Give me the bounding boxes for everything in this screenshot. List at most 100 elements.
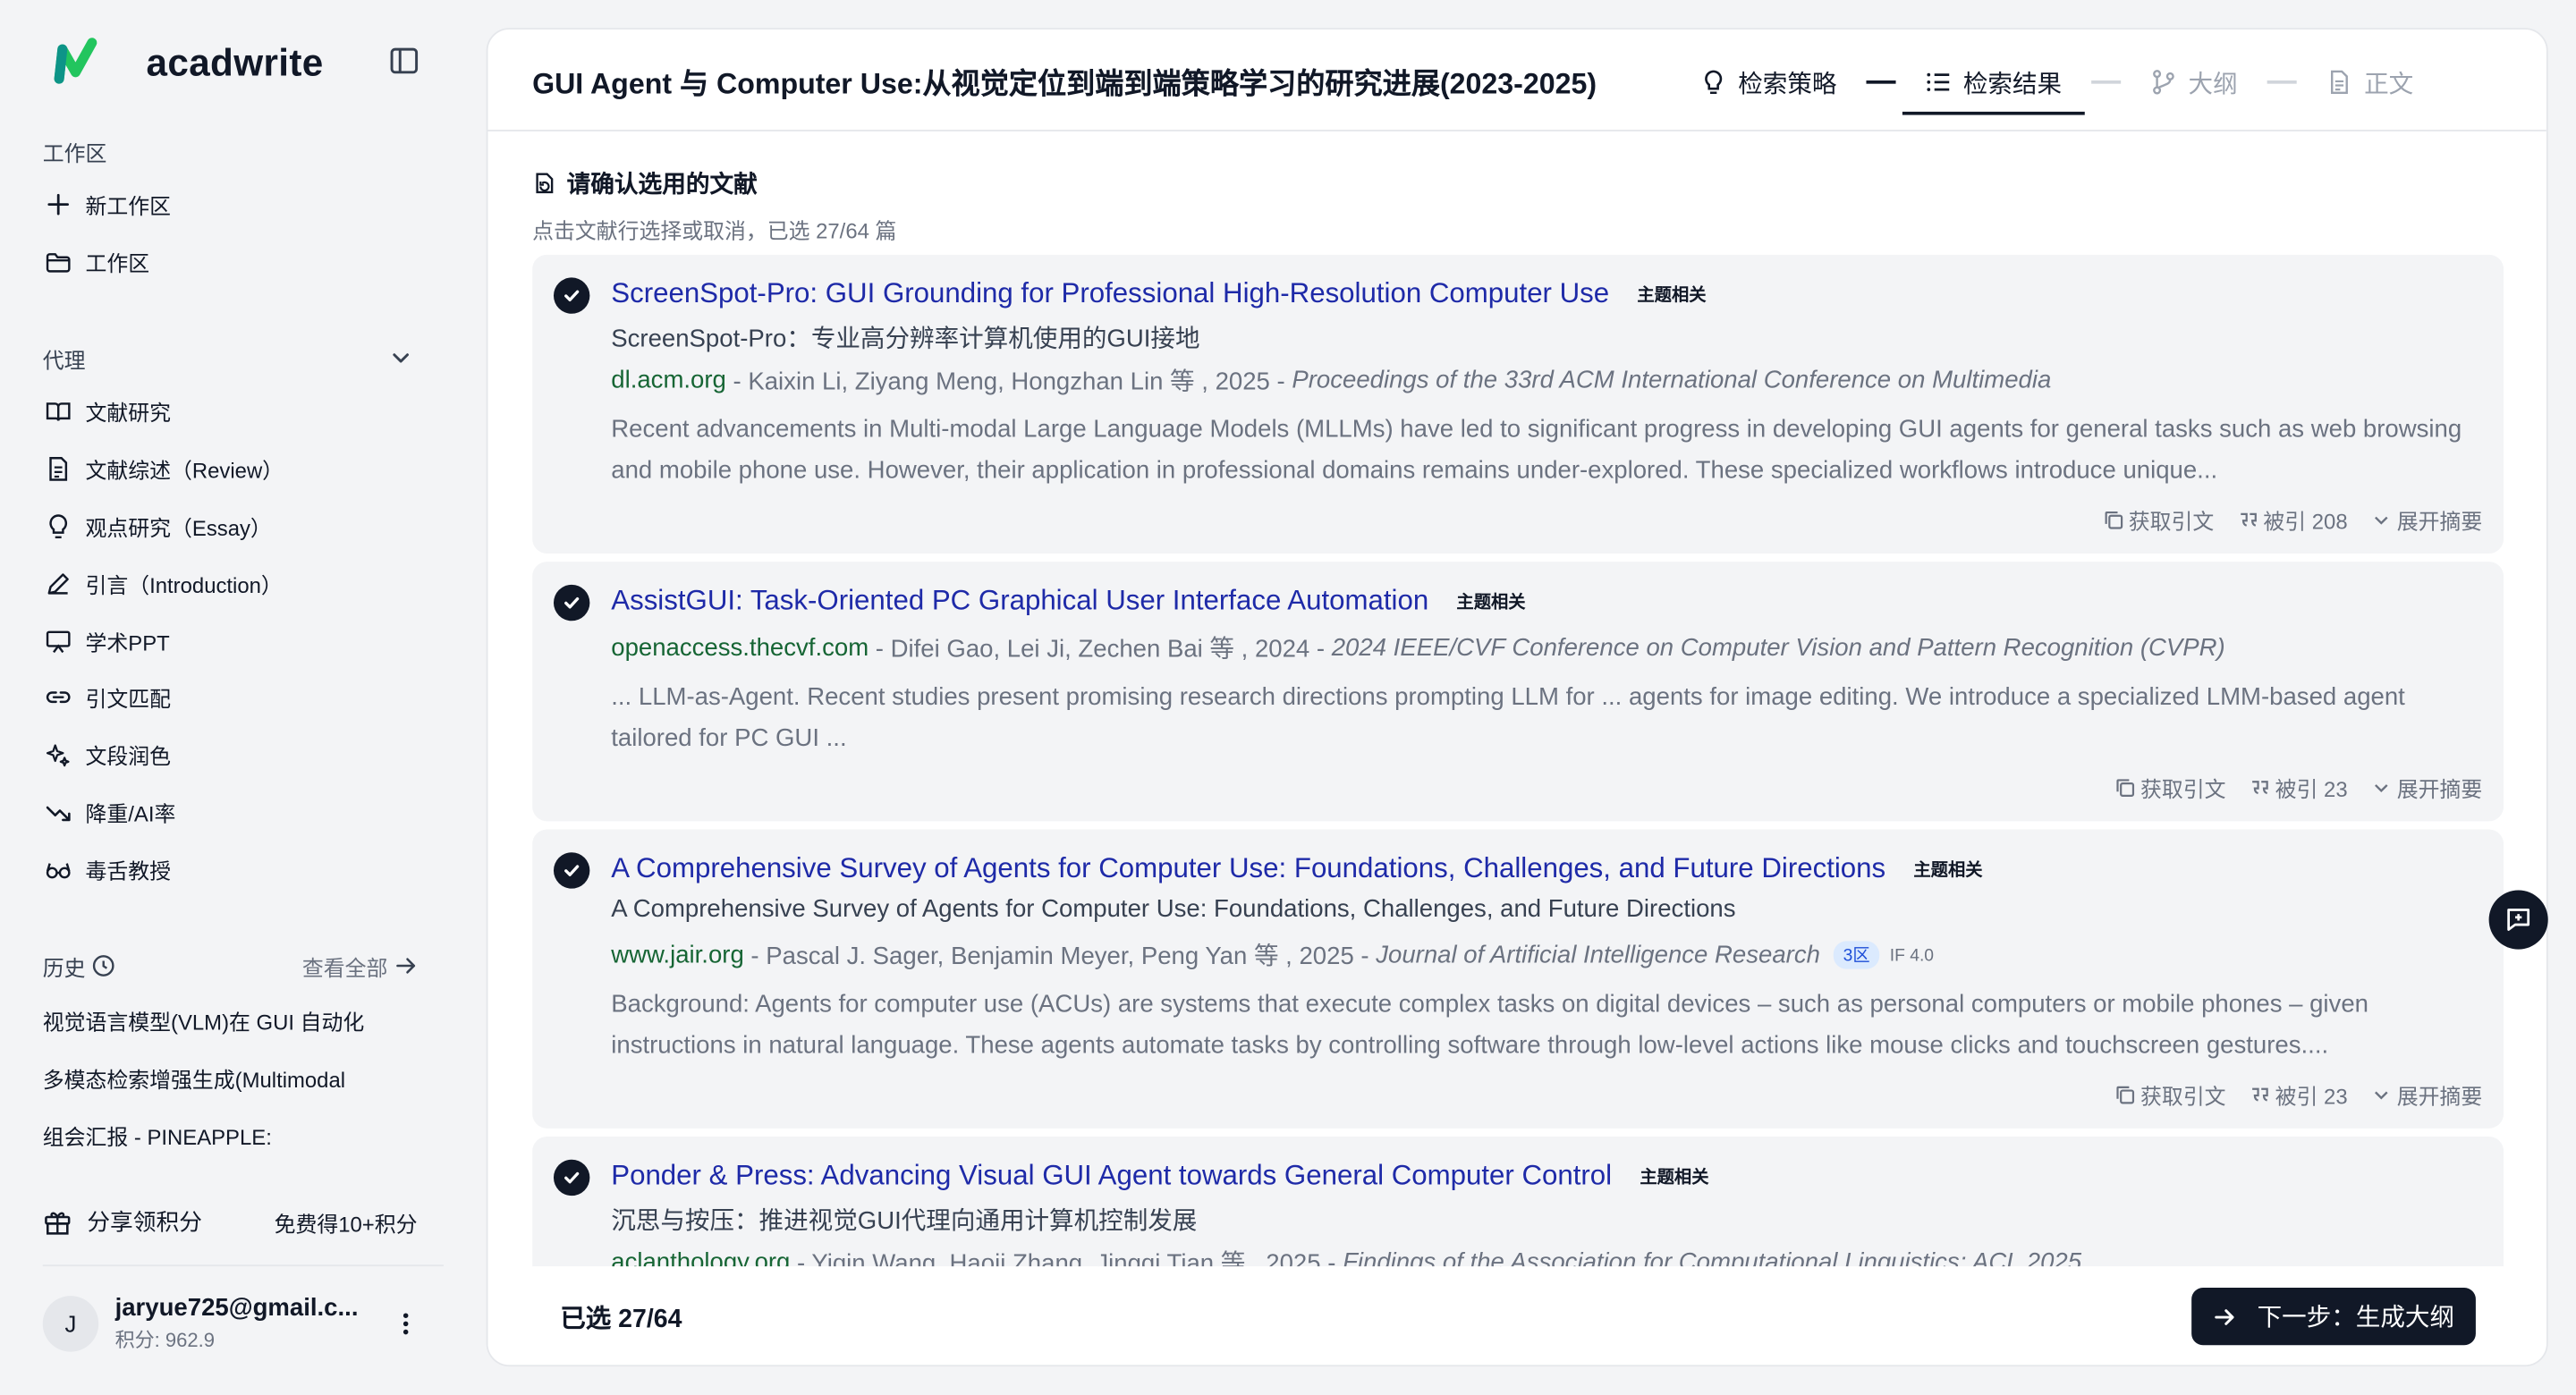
paper-title-link[interactable]: ScreenSpot-Pro: GUI Grounding for Profes…: [611, 277, 1609, 310]
cited-by-count[interactable]: 被引 208: [2237, 504, 2348, 536]
paper-translation: ScreenSpot-Pro：专业高分辨率计算机使用的GUI接地: [611, 325, 1200, 353]
paper-authors: - Pascal J. Sager, Benjamin Meyer, Peng …: [743, 943, 1377, 971]
quote-icon: [2251, 781, 2268, 795]
copy-icon: [2116, 779, 2134, 797]
paper-title-row: A Comprehensive Survey of Agents for Com…: [611, 852, 1982, 885]
plus-icon: [43, 189, 72, 218]
next-step-button[interactable]: 下一步：生成大纲: [2191, 1287, 2476, 1346]
selected-check-icon[interactable]: [553, 1159, 590, 1196]
paper-meta: www.jair.org - Pascal J. Sager, Benjamin…: [611, 938, 1934, 973]
chevron-down-icon[interactable]: [387, 345, 413, 371]
topic-tag: 主题相关: [1640, 1166, 1709, 1188]
more-vertical-icon[interactable]: [391, 1309, 420, 1339]
selection-subtitle: 点击文献行选择或取消，已选 27/64 篇: [532, 218, 897, 243]
paper-domain[interactable]: openaccess.thecvf.com: [611, 634, 869, 662]
selected-count: 已选 27/64: [560, 1306, 682, 1334]
chevron-down-icon: [2374, 784, 2388, 793]
selection-heading: 请确认选用的文献: [532, 166, 758, 201]
step-search-strategy[interactable]: 检索策略: [1700, 65, 1836, 100]
sparkle-icon: [43, 740, 72, 769]
history-label: 历史: [42, 955, 86, 980]
cited-by-count[interactable]: 被引 23: [2249, 772, 2348, 803]
expand-abstract-label: 展开摘要: [2396, 509, 2483, 534]
paper-title-row: ScreenSpot-Pro: GUI Grounding for Profes…: [611, 277, 1706, 310]
expand-abstract-button[interactable]: 展开摘要: [2370, 1079, 2482, 1111]
sidebar-item-polish[interactable]: 文段润色: [43, 731, 418, 776]
paper-abstract: Background: Agents for computer use (ACU…: [611, 990, 2368, 1060]
history-item[interactable]: 视觉语言模型(VLM)在 GUI 自动化: [43, 1005, 437, 1036]
clock-icon: [92, 955, 114, 976]
sidebar-item-critic-professor[interactable]: 毒舌教授: [43, 846, 418, 892]
user-profile[interactable]: J jaryue725@gmail.c... 积分: 962.9: [42, 1288, 420, 1360]
get-citation-button[interactable]: 获取引文: [2114, 772, 2226, 803]
paper-domain[interactable]: aclanthology.org: [611, 1248, 790, 1266]
paper-title-row: Ponder & Press: Advancing Visual GUI Age…: [611, 1160, 1708, 1193]
step-navigation: 检索策略 检索结果 大纲 正文: [1700, 63, 2413, 114]
sidebar-item-label: 引文匹配: [85, 685, 172, 711]
folder-icon: [43, 247, 72, 276]
expand-abstract-label: 展开摘要: [2396, 1084, 2483, 1109]
paper-row[interactable]: A Comprehensive Survey of Agents for Com…: [532, 829, 2504, 1129]
logo-icon: [54, 38, 97, 84]
avatar: J: [42, 1296, 99, 1352]
top-bar: GUI Agent 与 Computer Use:从视觉定位到端到端策略学习的研…: [487, 30, 2546, 131]
sidebar-item-review[interactable]: 文献综述（Review）: [43, 445, 418, 491]
sidebar-item-label: 文献综述（Review）: [85, 457, 284, 483]
paper-abstract: Recent advancements in Multi-modal Large…: [611, 415, 2462, 485]
paper-abstract: ... LLM-as-Agent. Recent studies present…: [611, 683, 2405, 753]
paper-meta: aclanthology.org - Yiqin Wang, Haoji Zha…: [611, 1245, 2081, 1266]
share-credits-row[interactable]: 分享领积分 免费得10+积分: [43, 1202, 418, 1241]
step-search-results[interactable]: 检索结果: [1902, 65, 2085, 114]
sidebar-item-literature-research[interactable]: 文献研究: [43, 387, 418, 433]
expand-abstract-button[interactable]: 展开摘要: [2370, 504, 2482, 536]
sidebar-item-new-workspace[interactable]: 新工作区: [43, 181, 418, 226]
cited-by-count[interactable]: 被引 23: [2249, 1079, 2348, 1111]
step-label: 正文: [2364, 70, 2414, 98]
selected-check-icon[interactable]: [553, 852, 590, 889]
paper-domain[interactable]: www.jair.org: [611, 941, 744, 968]
sidebar-item-essay[interactable]: 观点研究（Essay）: [43, 503, 418, 548]
paper-venue: Journal of Artificial Intelligence Resea…: [1376, 941, 1820, 969]
user-email: jaryue725@gmail.c...: [114, 1294, 359, 1323]
selected-check-icon[interactable]: [553, 584, 590, 621]
selection-footer: 已选 27/64 下一步：生成大纲: [487, 1267, 2546, 1365]
brand[interactable]: acadwrite: [43, 30, 324, 95]
quote-icon: [2251, 1087, 2268, 1102]
sidebar-item-workspace[interactable]: 工作区: [43, 238, 418, 283]
sidebar-item-introduction[interactable]: 引言（Introduction）: [43, 560, 418, 605]
presentation-icon: [43, 626, 72, 655]
paper-row[interactable]: AssistGUI: Task-Oriented PC Graphical Us…: [532, 562, 2504, 822]
paper-row[interactable]: ScreenSpot-Pro: GUI Grounding for Profes…: [532, 254, 2504, 554]
feedback-button[interactable]: [2488, 890, 2548, 950]
history-item[interactable]: 组会汇报 - PINEAPPLE:: [43, 1120, 437, 1152]
paper-row[interactable]: Ponder & Press: Advancing Visual GUI Age…: [532, 1136, 2504, 1267]
cited-by-label: 被引 23: [2275, 1084, 2348, 1109]
next-step-label: 下一步：生成大纲: [2257, 1304, 2455, 1332]
paper-venue: Proceedings of the 33rd ACM Internationa…: [1292, 366, 2052, 394]
sidebar-toggle-icon[interactable]: [387, 45, 420, 78]
paper-title-link[interactable]: A Comprehensive Survey of Agents for Com…: [611, 852, 1885, 885]
history-view-all-link[interactable]: 查看全部: [302, 951, 418, 982]
paper-authors: - Difei Gao, Lei Ji, Zechen Bai 等 , 2024…: [869, 635, 1332, 664]
message-icon: [2507, 909, 2530, 931]
step-outline[interactable]: 大纲: [2150, 65, 2238, 100]
history-item[interactable]: 多模态检索增强生成(Multimodal: [43, 1062, 437, 1094]
get-citation-label: 获取引文: [2128, 509, 2215, 534]
sidebar-item-dedup-ai[interactable]: 降重/AI率: [43, 789, 418, 834]
document-icon: [2331, 70, 2349, 94]
paper-venue: 2024 IEEE/CVF Conference on Computer Vis…: [1331, 633, 2225, 663]
expand-abstract-button[interactable]: 展开摘要: [2370, 772, 2482, 803]
share-reward: 免费得10+积分: [274, 1211, 418, 1237]
selected-check-icon[interactable]: [553, 277, 590, 314]
paper-authors: - Yiqin Wang, Haoji Zhang, Jingqi Tian 等…: [790, 1249, 1343, 1267]
paper-domain[interactable]: dl.acm.org: [611, 367, 726, 394]
paper-title-link[interactable]: AssistGUI: Task-Oriented PC Graphical Us…: [611, 585, 1428, 618]
sidebar-item-academic-ppt[interactable]: 学术PPT: [43, 618, 418, 664]
journal-zone-badge: 3区: [1833, 941, 1880, 969]
get-citation-button[interactable]: 获取引文: [2102, 504, 2214, 536]
step-body[interactable]: 正文: [2326, 65, 2413, 100]
book-icon: [43, 396, 72, 426]
paper-title-link[interactable]: Ponder & Press: Advancing Visual GUI Age…: [611, 1160, 1612, 1193]
get-citation-button[interactable]: 获取引文: [2114, 1079, 2226, 1111]
sidebar-item-citation-match[interactable]: 引文匹配: [43, 673, 418, 719]
